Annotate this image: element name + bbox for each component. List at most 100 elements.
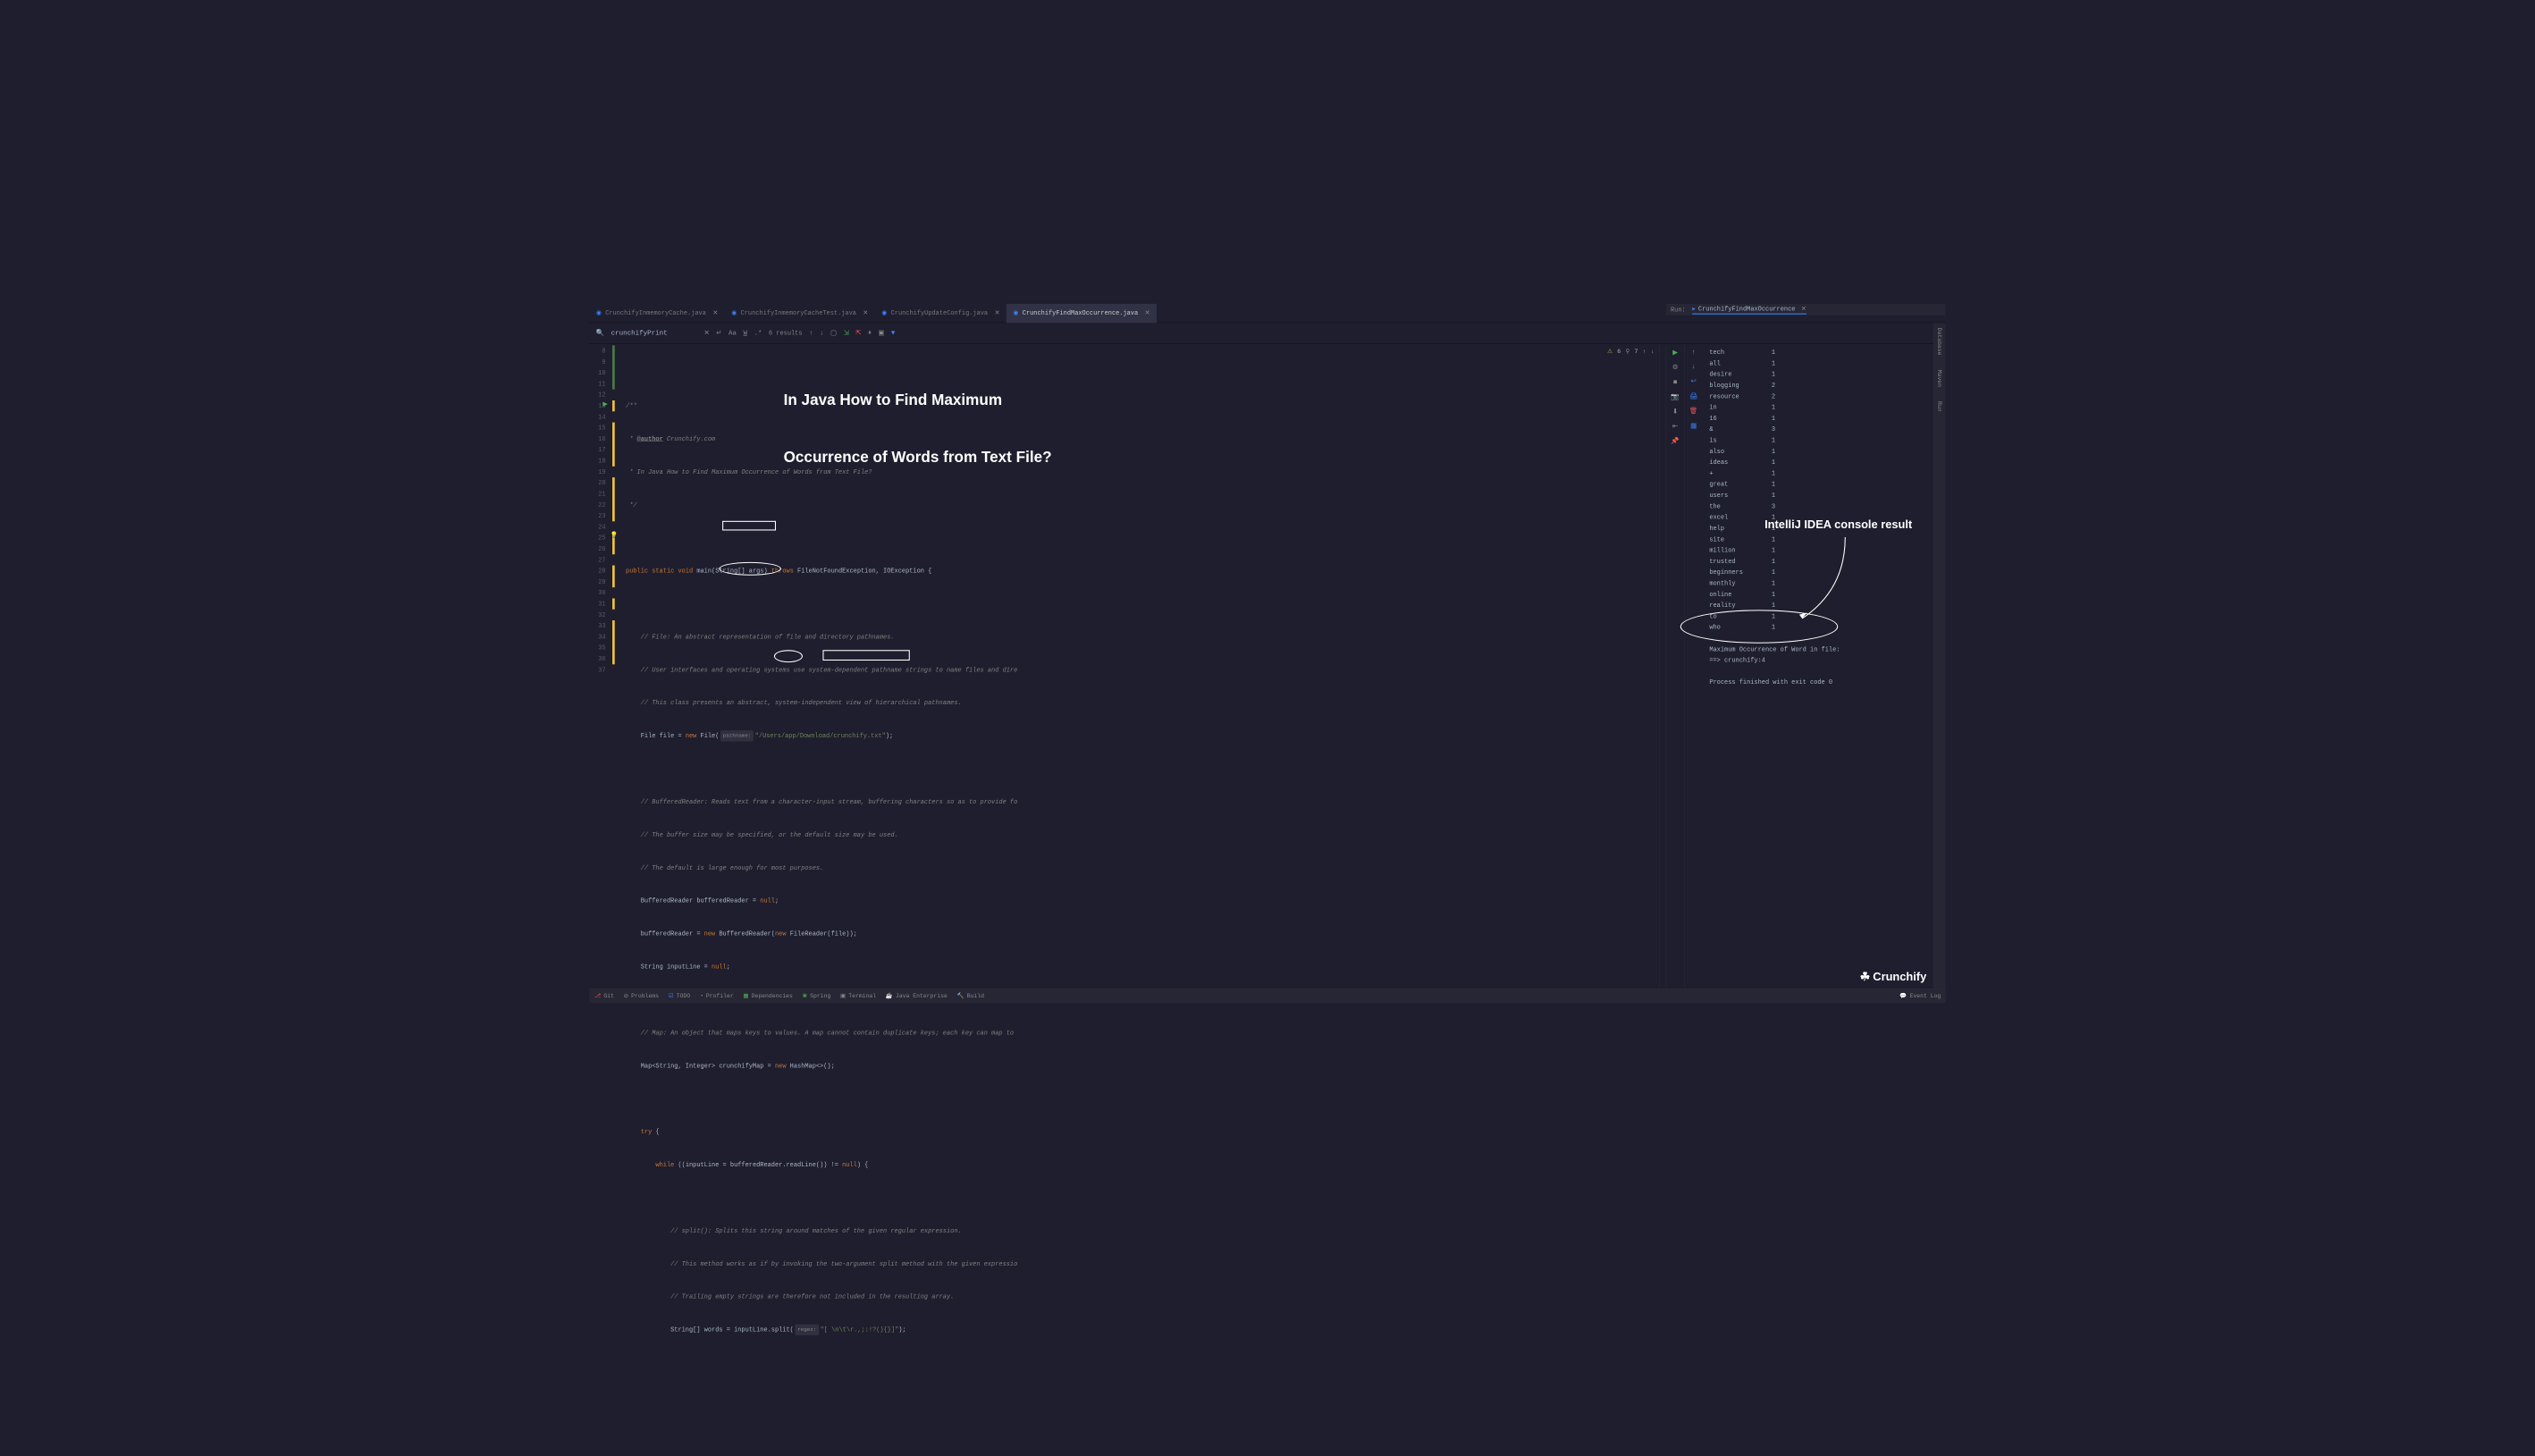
- close-icon[interactable]: ✕: [1145, 309, 1150, 316]
- problems-tool-button[interactable]: ⊘Problems: [624, 992, 659, 999]
- next-icon[interactable]: ↓: [820, 330, 823, 338]
- new-window-icon[interactable]: ▣: [878, 329, 884, 337]
- search-input[interactable]: [611, 330, 697, 338]
- console-row: ideas1: [1709, 457, 1939, 467]
- java-class-icon: ◉: [881, 309, 887, 316]
- run-toolbar-right: ↑ ↓ ↩ 🖨 🗑 ▦: [1685, 344, 1703, 989]
- clear-icon[interactable]: ✕: [703, 329, 709, 337]
- java-icon: ☕: [886, 992, 893, 999]
- dump-icon[interactable]: 📷: [1671, 392, 1679, 400]
- build-tool-button[interactable]: 🔨Build: [957, 992, 984, 999]
- console-row: resource2: [1709, 391, 1939, 401]
- run-toolbar-left: ▶ ⚙ ■ 📷 ⬇ ⇤ 📌: [1666, 344, 1684, 989]
- git-icon: ⎇: [594, 992, 601, 999]
- spring-tool-button[interactable]: ❀Spring: [803, 992, 831, 999]
- down-icon[interactable]: ↓: [1651, 347, 1655, 358]
- dependencies-tool-button[interactable]: ▦Dependencies: [743, 992, 793, 999]
- search-bar: 🔍 ✕ ↵ Aa W .* 6 results ↑ ↓ ▢ ⇲ ⇱ ⏸ ▣ ▼ …: [589, 323, 1945, 344]
- pin-icon[interactable]: 📌: [1671, 437, 1679, 445]
- gear-icon[interactable]: ⚙: [1672, 364, 1679, 372]
- trash-icon[interactable]: 🗑: [1689, 407, 1698, 415]
- add-selection-icon[interactable]: ⇲: [844, 329, 849, 337]
- java-class-icon: ◉: [596, 309, 602, 316]
- console-max-line: Maximum Occurrence of Word in file:: [1709, 644, 1939, 654]
- rerun-icon[interactable]: ▶: [1672, 349, 1678, 357]
- tab-label: CrunchifyInmemoryCacheTest.java: [741, 309, 856, 316]
- profiler-tool-button[interactable]: ◔Profiler: [700, 993, 734, 999]
- console-row: who1: [1709, 622, 1939, 633]
- tab-label: CrunchifyFindMaxOccurrence.java: [1023, 309, 1138, 316]
- console-row: great1: [1709, 479, 1939, 490]
- wrap-icon[interactable]: ↩: [1691, 377, 1697, 385]
- editor-area[interactable]: 8910111213141516171819202122232425262728…: [589, 344, 1665, 989]
- todo-tool-button[interactable]: ☑TODO: [669, 992, 690, 999]
- run-panel-header: Run: ▸ CrunchifyFindMaxOccurrence ✕: [1666, 304, 1946, 316]
- gutter-marks: ▶ 💡: [612, 344, 626, 989]
- close-icon[interactable]: ✕: [863, 309, 868, 316]
- regex-icon[interactable]: .*: [754, 330, 762, 338]
- close-icon[interactable]: ✕: [995, 309, 1000, 316]
- console-max-result: ==> crunchify:4: [1709, 655, 1939, 666]
- console-row: tech1: [1709, 347, 1939, 358]
- filter-icon[interactable]: ▼: [891, 330, 895, 338]
- console-row: beginners1: [1709, 567, 1939, 577]
- console-output[interactable]: tech1all1desire1blogging2resource2in1161…: [1703, 344, 1946, 989]
- profiler-icon: ◔: [700, 993, 703, 999]
- editor-inspections[interactable]: ⚠6 ⚲7 ↑ ↓: [1607, 347, 1655, 358]
- line-gutter: 8910111213141516171819202122232425262728…: [589, 344, 612, 989]
- remove-selection-icon[interactable]: ⇱: [855, 329, 861, 337]
- words-icon[interactable]: W: [743, 330, 746, 338]
- spring-icon: ❀: [803, 992, 807, 999]
- run-tool-button[interactable]: Run: [1936, 401, 1942, 412]
- run-title: Run:: [1671, 306, 1686, 313]
- todo-icon: ☑: [669, 992, 674, 999]
- console-row: all1: [1709, 358, 1939, 368]
- print-icon[interactable]: 🖨: [1689, 392, 1698, 400]
- bulb-icon[interactable]: 💡: [611, 532, 619, 539]
- code-content[interactable]: In Java How to Find Maximum Occurrence o…: [626, 344, 1659, 989]
- close-icon[interactable]: ✕: [712, 309, 718, 316]
- layout-icon[interactable]: ⬇: [1672, 408, 1678, 416]
- tab-inmemory-cache[interactable]: ◉ CrunchifyInmemoryCache.java ✕: [589, 304, 724, 323]
- tab-find-max-occurrence[interactable]: ◉ CrunchifyFindMaxOccurrence.java ✕: [1006, 304, 1157, 323]
- run-tab[interactable]: ▸ CrunchifyFindMaxOccurrence ✕: [1692, 305, 1806, 314]
- enter-icon[interactable]: ↵: [716, 329, 721, 337]
- git-tool-button[interactable]: ⎇Git: [594, 992, 614, 999]
- database-tool-button[interactable]: Database: [1936, 328, 1942, 356]
- scroll-icon[interactable]: ▦: [1690, 422, 1697, 430]
- console-row: million1: [1709, 545, 1939, 556]
- minimap-scrollbar[interactable]: [1659, 344, 1665, 989]
- up-icon[interactable]: ↑: [1691, 349, 1695, 357]
- event-log-button[interactable]: 💬Event Log: [1899, 992, 1941, 999]
- terminal-tool-button[interactable]: ▣Terminal: [840, 992, 876, 999]
- select-all-icon[interactable]: ▢: [830, 329, 837, 337]
- crunchify-logo: ☘ Crunchify: [1860, 970, 1927, 984]
- toggle-icon[interactable]: ⏸: [868, 330, 872, 338]
- exit-icon[interactable]: ⇤: [1672, 423, 1678, 431]
- console-row: desire1: [1709, 369, 1939, 380]
- maven-tool-button[interactable]: Maven: [1936, 370, 1942, 387]
- problems-icon: ⊘: [624, 992, 628, 999]
- prev-icon[interactable]: ↑: [809, 330, 813, 338]
- build-icon: 🔨: [957, 992, 964, 999]
- console-row: monthly1: [1709, 577, 1939, 588]
- event-log-icon: 💬: [1899, 992, 1907, 999]
- close-icon[interactable]: ✕: [1801, 305, 1807, 312]
- console-row: the3: [1709, 501, 1939, 511]
- stop-icon[interactable]: ■: [1673, 378, 1677, 386]
- console-row: &3: [1709, 424, 1939, 434]
- console-row: online1: [1709, 589, 1939, 600]
- up-icon[interactable]: ↑: [1643, 347, 1646, 358]
- match-case-icon[interactable]: Aa: [728, 330, 737, 338]
- java-enterprise-tool-button[interactable]: ☕Java Enterprise: [886, 992, 947, 999]
- terminal-icon: ▣: [840, 992, 846, 999]
- console-row: also1: [1709, 446, 1939, 457]
- run-config-icon: ▸: [1692, 305, 1695, 312]
- tab-update-config[interactable]: ◉ CrunchifyUpdateConfig.java ✕: [875, 304, 1006, 323]
- tab-inmemory-cache-test[interactable]: ◉ CrunchifyInmemoryCacheTest.java ✕: [725, 304, 875, 323]
- run-gutter-icon[interactable]: ▶: [602, 400, 607, 408]
- down-icon[interactable]: ↓: [1691, 363, 1695, 371]
- console-row: in1: [1709, 402, 1939, 413]
- search-icon[interactable]: 🔍: [596, 329, 604, 337]
- console-row: to1: [1709, 610, 1939, 621]
